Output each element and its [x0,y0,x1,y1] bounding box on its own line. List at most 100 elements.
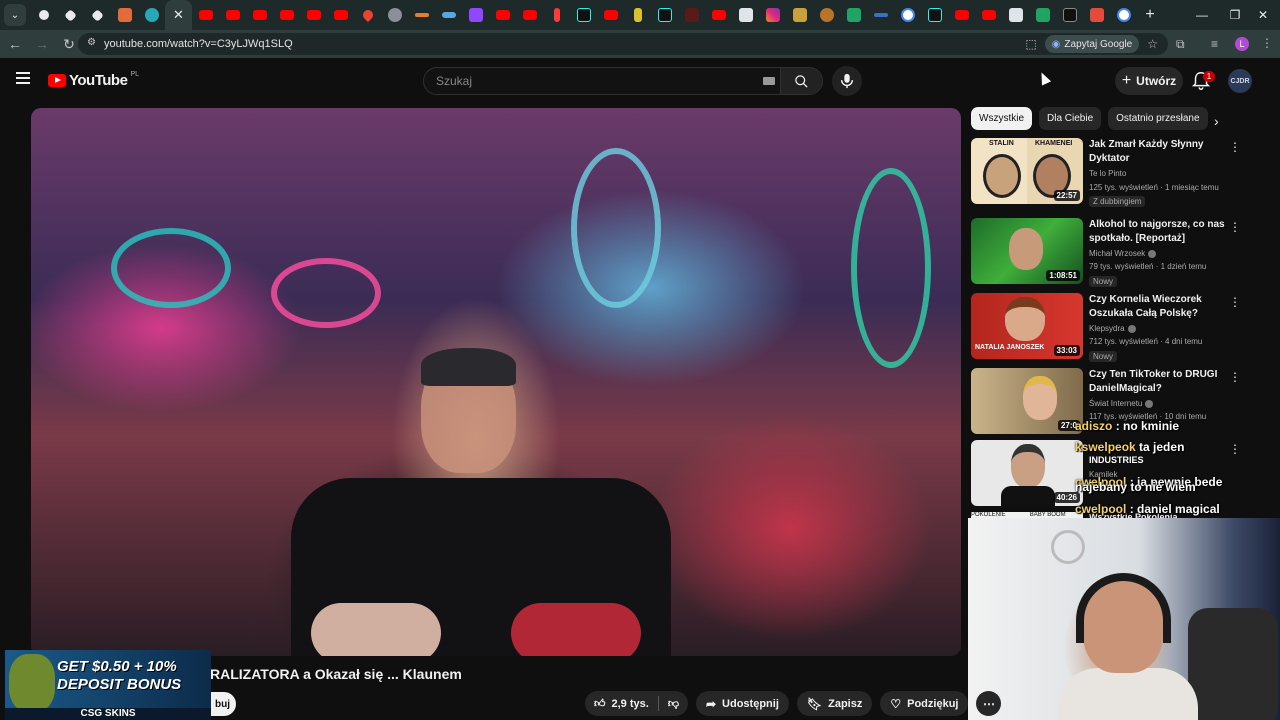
browser-tab[interactable] [57,0,84,30]
search-input[interactable] [436,74,736,88]
browser-tab[interactable] [1056,0,1083,30]
browser-tab[interactable] [327,0,354,30]
channel-name[interactable]: Klepsydra [1089,324,1136,333]
recommendation-item[interactable]: STALIN KHAMENEI 22:57 Jak Zmarł Każdy Sł… [971,138,1271,208]
browser-tab[interactable] [597,0,624,30]
install-app-icon[interactable]: ⬚ [1025,37,1036,51]
tab-search-dropdown[interactable]: ⌄ [4,4,26,26]
video-title[interactable]: Czy Kornelia Wieczorek Oszukała Całą Pol… [1089,293,1239,321]
browser-tab[interactable] [786,0,813,30]
browser-tab[interactable] [192,0,219,30]
browser-tab[interactable] [219,0,246,30]
browser-tab[interactable] [1029,0,1056,30]
chip-all[interactable]: Wszystkie [971,107,1032,130]
browser-tab[interactable] [408,0,435,30]
chevron-right-icon[interactable]: › [1214,113,1219,129]
browser-tab[interactable] [516,0,543,30]
keyboard-icon[interactable] [763,77,775,85]
browser-tab[interactable] [435,0,462,30]
browser-tab[interactable] [489,0,516,30]
save-button[interactable]: 🔖︎ Zapisz [796,691,873,716]
browser-tab[interactable] [246,0,273,30]
browser-tab[interactable] [111,0,138,30]
browser-tab[interactable] [30,0,57,30]
bookmark-star-icon[interactable]: ☆ [1147,37,1158,51]
browser-tab[interactable] [354,0,381,30]
more-options-icon[interactable]: ⋮ [1229,140,1241,154]
browser-tab[interactable] [732,0,759,30]
browser-tab[interactable] [381,0,408,30]
close-tab-icon[interactable]: ✕ [173,7,184,23]
ask-google-button[interactable]: ◉ Zapytaj Google [1044,35,1140,53]
browser-tab[interactable] [759,0,786,30]
chip-for-you[interactable]: Dla Ciebie [1039,107,1102,130]
site-info-icon[interactable]: ⚙ [87,37,96,48]
search-button[interactable] [780,68,822,94]
video-thumbnail[interactable]: 40:26 [971,440,1083,506]
browser-tab[interactable] [1083,0,1110,30]
video-thumbnail[interactable]: STALIN KHAMENEI 22:57 [971,138,1083,204]
dislike-button[interactable]: 👎︎ [659,691,688,716]
browser-tab[interactable] [570,0,597,30]
forward-icon[interactable]: → [30,32,54,56]
browser-tab[interactable] [1110,0,1137,30]
video-title[interactable]: Czy Ten TikToker to DRUGI DanielMagical? [1089,368,1239,396]
media-control-icon[interactable]: ≡ [1211,37,1218,51]
video-player[interactable] [31,108,961,656]
browser-tab[interactable] [948,0,975,30]
minimize-icon[interactable]: — [1185,0,1219,30]
new-tab-button[interactable]: + [1137,6,1163,24]
thanks-button[interactable]: ♡ Podziękuj [880,691,969,716]
tab-favicon [387,8,402,22]
video-thumbnail[interactable]: 27:0 [971,368,1083,434]
browser-tab-active[interactable]: ✕ [165,0,192,30]
youtube-favicon-icon [954,10,969,20]
hamburger-menu-icon[interactable] [16,72,30,84]
recommendation-item[interactable]: NATALIA JANOSZEK 33:03 Czy Kornelia Wiec… [971,293,1271,363]
browser-tab[interactable] [273,0,300,30]
channel-name[interactable]: Michał Wrzosek [1089,249,1157,258]
browser-tab[interactable] [624,0,651,30]
browser-tab[interactable] [1002,0,1029,30]
more-options-icon[interactable]: ⋮ [1229,370,1241,384]
back-icon[interactable]: ← [3,32,27,56]
browser-tab[interactable] [840,0,867,30]
video-title[interactable]: Jak Zmarł Każdy Słynny Dyktator [1089,138,1239,166]
browser-tab[interactable] [84,0,111,30]
video-thumbnail[interactable]: 1:08:51 [971,218,1083,284]
youtube-logo[interactable]: YouTube PL [48,71,139,89]
address-bar[interactable]: ⚙ youtube.com/watch?v=C3yLJWq1SLQ ⬚ ◉ Za… [78,33,1168,55]
close-window-icon[interactable]: ✕ [1246,0,1280,30]
voice-search-button[interactable] [832,66,862,96]
browser-tab[interactable] [678,0,705,30]
share-button[interactable]: ➦ Udostępnij [695,691,789,716]
browser-tab[interactable] [543,0,570,30]
profile-avatar[interactable]: L [1235,37,1249,51]
browser-tab[interactable] [651,0,678,30]
channel-name[interactable]: Te lo Pinto [1089,169,1126,178]
browser-tab[interactable] [867,0,894,30]
browser-tab[interactable] [921,0,948,30]
account-avatar[interactable]: CJDR [1228,69,1252,93]
create-button[interactable]: + Utwórz [1115,67,1183,95]
channel-name[interactable]: Świat Internetu [1089,399,1154,408]
create-label: Utwórz [1136,74,1177,88]
more-actions-icon[interactable]: ⋯ [976,691,1002,716]
chip-recently-uploaded[interactable]: Ostatnio przesłane [1108,107,1208,130]
url-text[interactable]: youtube.com/watch?v=C3yLJWq1SLQ [104,38,293,50]
video-thumbnail[interactable]: NATALIA JANOSZEK 33:03 [971,293,1083,359]
browser-tab[interactable] [705,0,732,30]
like-button[interactable]: 👍︎ 2,9 tys. [585,691,658,716]
browser-tab[interactable] [975,0,1002,30]
browser-tab[interactable] [462,0,489,30]
extensions-icon[interactable]: ⧉ [1176,37,1185,52]
video-title[interactable]: Alkohol to najgorsze, co nas spotkało. [… [1089,218,1239,246]
browser-menu-icon[interactable]: ⋮ [1261,36,1273,50]
more-options-icon[interactable]: ⋮ [1229,295,1241,309]
browser-tab[interactable] [894,0,921,30]
recommendation-item[interactable]: 1:08:51 Alkohol to najgorsze, co nas spo… [971,218,1271,288]
more-options-icon[interactable]: ⋮ [1229,220,1241,234]
browser-tab[interactable] [300,0,327,30]
browser-tab[interactable] [813,0,840,30]
browser-tab[interactable] [138,0,165,30]
